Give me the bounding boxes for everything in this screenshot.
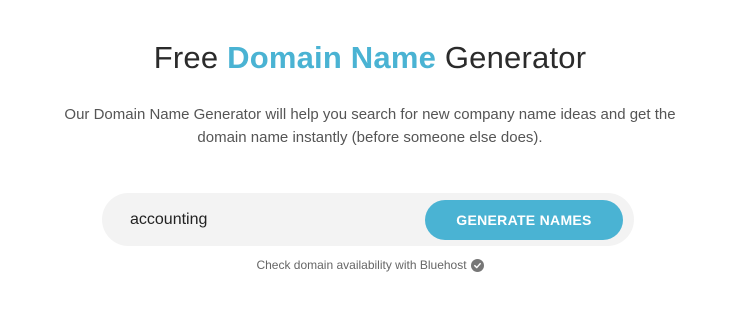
title-prefix: Free — [153, 40, 228, 75]
availability-note: Check domain availability with Bluehost — [0, 258, 740, 272]
search-input[interactable] — [130, 193, 420, 246]
title-accent: Domain Name — [227, 40, 437, 75]
search-bar: GENERATE NAMES — [102, 193, 634, 246]
page-title: Free Domain Name Generator — [0, 40, 740, 76]
page-description: Our Domain Name Generator will help you … — [30, 103, 710, 149]
description-line-1: Our Domain Name Generator will help you … — [64, 106, 676, 123]
check-circle-icon — [470, 258, 484, 272]
generate-names-button[interactable]: GENERATE NAMES — [425, 200, 623, 240]
description-line-2: domain name instantly (before someone el… — [197, 129, 543, 146]
availability-text: Check domain availability with Bluehost — [256, 258, 467, 272]
title-suffix: Generator — [436, 40, 587, 75]
